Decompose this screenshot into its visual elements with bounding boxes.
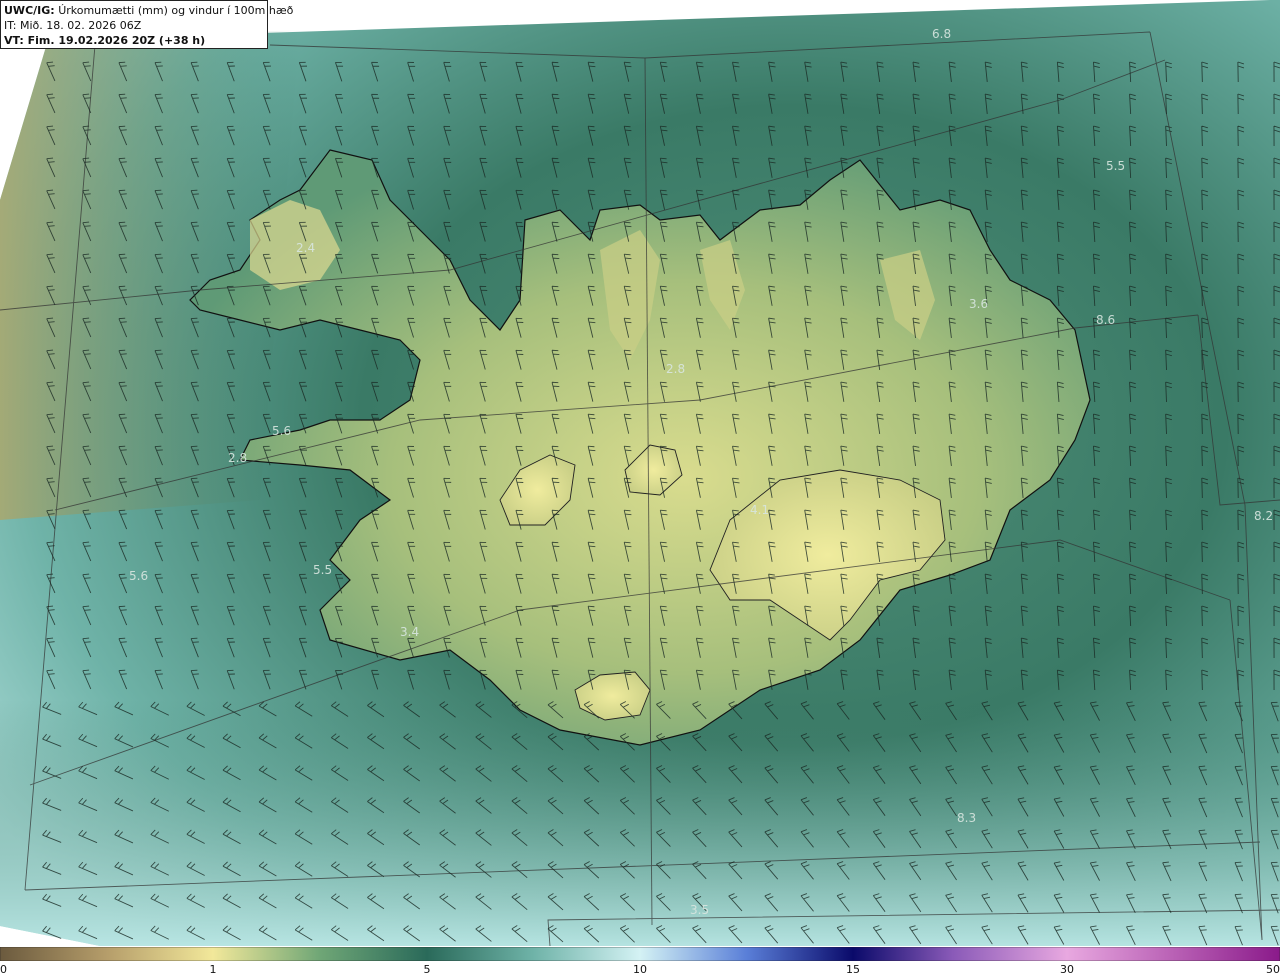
value-label: 2.4	[296, 241, 315, 255]
precipitation-map[interactable]: 6.8 2.4 3.6 2.8 5.6 2.8 5.5 5.6 3.4 8.2 …	[0, 0, 1280, 978]
issue-time: IT: Mið. 18. 02. 2026 06Z	[4, 19, 142, 32]
value-label: 5.5	[1106, 159, 1125, 173]
colorbar-gradient	[0, 947, 1280, 961]
value-label: 3.5	[690, 903, 709, 917]
map-viewer: 6.8 2.4 3.6 2.8 5.6 2.8 5.5 5.6 3.4 8.2 …	[0, 0, 1280, 978]
colorbar-tick-label: 50	[1266, 963, 1280, 976]
value-label: 8.3	[957, 811, 976, 825]
colorbar-tick-label: 15	[846, 963, 860, 976]
valid-time: VT: Fim. 19.02.2026 20Z (+38 h)	[4, 34, 206, 47]
colorbar	[0, 947, 1280, 961]
value-label: 5.6	[272, 424, 291, 438]
colorbar-tick-label: 10	[633, 963, 647, 976]
value-label: 2.8	[228, 451, 247, 465]
value-label: 5.6	[129, 569, 148, 583]
map-title: Úrkomumætti (mm) og vindur í 100m hæð	[58, 4, 294, 17]
value-label: 4.1	[750, 503, 769, 517]
value-label: 2.8	[666, 362, 685, 376]
colorbar-tick-label: 5	[423, 963, 431, 976]
value-label: 3.6	[969, 297, 988, 311]
title-line: UWC/IG: Úrkomumætti (mm) og vindur í 100…	[4, 3, 293, 18]
model-label: UWC/IG:	[4, 4, 55, 17]
colorbar-tick-label: 30	[1060, 963, 1074, 976]
value-label: 6.8	[932, 27, 951, 41]
info-box: UWC/IG: Úrkomumætti (mm) og vindur í 100…	[0, 0, 293, 49]
colorbar-tick-label: 0	[0, 963, 7, 976]
value-label: 3.4	[400, 625, 419, 639]
value-label: 8.6	[1096, 313, 1115, 327]
colorbar-tick-label: 1	[209, 963, 217, 976]
value-label: 5.5	[313, 563, 332, 577]
colorbar-legend: 0 1 5 10 15 30 50	[0, 946, 1280, 978]
value-label: 8.2	[1254, 509, 1273, 523]
